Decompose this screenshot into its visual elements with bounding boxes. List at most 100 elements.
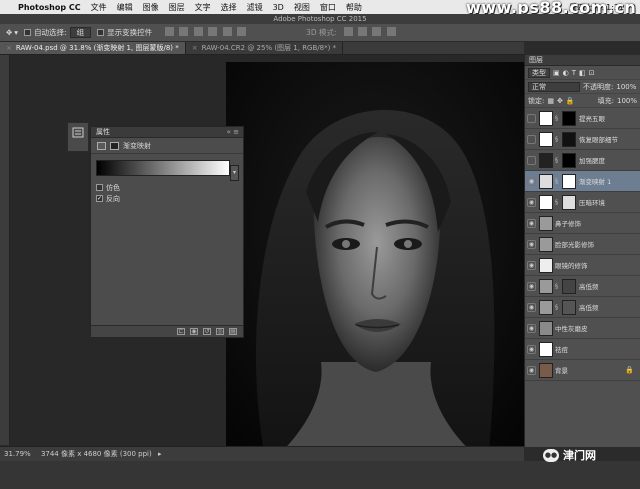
layer-row[interactable]: § 恢复眼部细节 [525,129,640,150]
layer-row[interactable]: ◉ § 压暗环境 [525,192,640,213]
layer-row[interactable]: § 加强腮度 [525,150,640,171]
mask-icon[interactable] [110,141,119,150]
doc-info[interactable]: 3744 像素 x 4680 像素 (300 ppi) [41,450,152,458]
reset-icon[interactable]: ↺ [203,328,211,335]
trash-icon[interactable]: ▤ [229,328,237,335]
lock-pixels-icon[interactable]: ▦ [547,97,554,105]
visibility-eye-icon[interactable]: ◉ [527,365,536,375]
menu-layer[interactable]: 图层 [169,2,185,13]
mask-link-icon[interactable]: § [555,157,560,164]
menu-select[interactable]: 选择 [221,2,237,13]
layer-thumbnail[interactable] [539,110,553,126]
dither-checkbox[interactable] [96,184,103,191]
panel-menu-icon[interactable]: « ≡ [227,127,239,138]
layer-thumbnail[interactable] [539,236,553,252]
visibility-eye-icon[interactable]: ◉ [527,344,536,354]
filter-smart-icon[interactable]: ⊡ [589,69,595,77]
layer-mask-thumbnail[interactable] [562,194,576,210]
align-bottom-icon[interactable] [193,27,203,36]
blend-mode-dropdown[interactable]: 正常 [528,81,580,92]
lock-all-icon[interactable]: 🔒 [566,97,575,105]
mask-link-icon[interactable]: § [555,136,560,143]
mask-link-icon[interactable]: § [555,178,560,185]
visibility-eye-icon[interactable]: ◉ [527,176,536,186]
filter-type-icon[interactable]: T [572,69,576,77]
visibility-eye-icon[interactable]: ◉ [527,302,536,312]
layer-row[interactable]: ◉ § 渐变映射 1 [525,171,640,192]
doc-tab-1[interactable]: × RAW-04.psd @ 31.8% (渐变映射 1, 图层蒙版/8) * [0,42,186,54]
layer-mask-thumbnail[interactable] [562,131,576,147]
opacity-value[interactable]: 100% [616,83,636,91]
menu-image[interactable]: 图像 [143,2,159,13]
reverse-checkbox[interactable]: ✓ [96,195,103,202]
layer-row[interactable]: ◉ 眼镜的修饰 [525,255,640,276]
layer-thumbnail[interactable] [539,173,553,189]
menu-edit[interactable]: 编辑 [117,2,133,13]
visibility-eye-icon[interactable]: ◉ [527,323,536,333]
filter-kind-dropdown[interactable]: 类型 [528,67,550,78]
auto-select-dropdown[interactable]: 组 [69,27,92,38]
layer-mask-thumbnail[interactable] [562,110,576,126]
properties-collapsed-icon[interactable] [67,122,89,152]
zoom-level[interactable]: 31.79% [4,450,31,458]
mask-link-icon[interactable]: § [555,199,560,206]
visibility-eye-icon[interactable] [527,155,536,165]
menu-file[interactable]: 文件 [91,2,107,13]
visibility-eye-icon[interactable] [527,134,536,144]
3d-drag-icon[interactable] [372,27,382,36]
layer-thumbnail[interactable] [539,152,553,168]
visibility-eye-icon[interactable] [527,113,536,123]
layer-row[interactable]: ◉ § 高低频 [525,276,640,297]
layer-row[interactable]: ◉ § 高低频 [525,297,640,318]
layer-thumbnail[interactable] [539,257,553,273]
filter-shape-icon[interactable]: ◧ [579,69,586,77]
layer-row[interactable]: ◉ 鼻子修饰 [525,213,640,234]
layer-thumbnail[interactable] [539,320,553,336]
layer-thumbnail[interactable] [539,341,553,357]
layer-thumbnail[interactable] [539,299,553,315]
info-arrow-icon[interactable]: ▸ [158,450,162,458]
menu-window[interactable]: 窗口 [320,2,336,13]
layer-thumbnail[interactable] [539,131,553,147]
filter-pixel-icon[interactable]: ▣ [553,69,560,77]
layer-mask-thumbnail[interactable] [562,173,576,189]
gradient-dropdown[interactable]: ▾ [230,165,239,181]
menu-3d[interactable]: 3D [273,3,284,12]
view-previous-icon[interactable]: ◉ [190,328,198,335]
close-icon[interactable]: × [192,44,198,52]
align-top-icon[interactable] [165,27,175,36]
menu-filter[interactable]: 滤镜 [247,2,263,13]
visibility-eye-icon[interactable]: ◉ [527,281,536,291]
menu-type[interactable]: 文字 [195,2,211,13]
filter-adjustment-icon[interactable]: ◐ [563,69,569,77]
layer-mask-thumbnail[interactable] [562,299,576,315]
close-icon[interactable]: × [6,44,12,52]
gradient-map-icon[interactable] [97,141,106,150]
move-tool-icon[interactable]: ✥ [6,28,12,37]
align-right-icon[interactable] [237,27,247,36]
visibility-eye-icon[interactable]: ◉ [527,218,536,228]
properties-header[interactable]: 属性 « ≡ [91,127,243,138]
visibility-eye-icon[interactable]: ◉ [527,260,536,270]
3d-roll-icon[interactable] [357,27,367,36]
show-transform-checkbox[interactable] [97,29,105,36]
mask-link-icon[interactable]: § [555,283,560,290]
layer-thumbnail[interactable] [539,215,553,231]
visibility-eye-icon[interactable]: ◉ [527,197,536,207]
align-middle-icon[interactable] [179,27,189,36]
layer-row[interactable]: ◉ 脸部光影修饰 [525,234,640,255]
lock-position-icon[interactable]: ✥ [557,97,563,105]
align-center-icon[interactable] [222,27,232,36]
layer-row[interactable]: § 提亮五眼 [525,108,640,129]
menu-view[interactable]: 视图 [294,2,310,13]
mask-link-icon[interactable]: § [555,304,560,311]
gradient-preview[interactable] [96,160,230,176]
visibility-icon[interactable]: ◎ [216,328,224,335]
layer-row[interactable]: ◉ 祛痘 [525,339,640,360]
doc-tab-2[interactable]: × RAW-04.CR2 @ 25% (图层 1, RGB/8*) * [186,42,344,54]
layers-header[interactable]: 图层 [525,55,640,66]
tool-preset-dropdown[interactable]: ▾ [14,28,18,37]
layer-thumbnail[interactable] [539,194,553,210]
clip-to-layer-icon[interactable]: ⊏ [177,328,185,335]
layer-thumbnail[interactable] [539,278,553,294]
